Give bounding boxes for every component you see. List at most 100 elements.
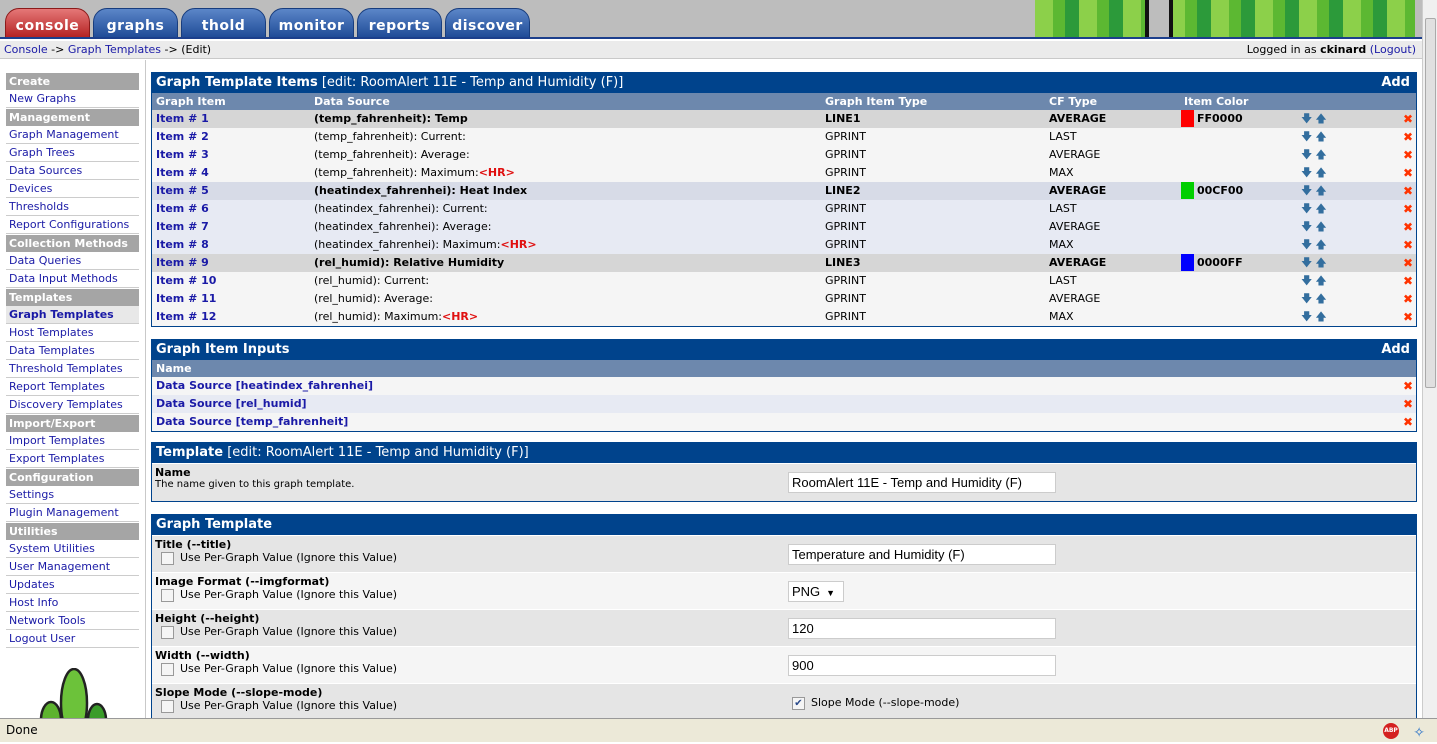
delete-icon[interactable]: ✖ (1403, 290, 1413, 308)
move-up-icon[interactable]: 🡅 (1315, 148, 1329, 161)
move-down-icon[interactable]: 🡇 (1301, 184, 1315, 197)
delete-icon[interactable]: ✖ (1403, 272, 1413, 290)
sidebar-item-data-sources[interactable]: Data Sources (6, 162, 139, 180)
item-link[interactable]: Item # 5 (156, 182, 209, 200)
field-input[interactable]: Temperature and Humidity (F) (788, 544, 1056, 565)
format-select[interactable]: PNG ▼ (788, 581, 844, 602)
per-graph-checkbox[interactable] (161, 588, 174, 602)
item-link[interactable]: Item # 6 (156, 200, 209, 218)
move-up-icon[interactable]: 🡅 (1315, 184, 1329, 197)
sidebar-item-settings[interactable]: Settings (6, 486, 139, 504)
sidebar-item-graph-management[interactable]: Graph Management (6, 126, 139, 144)
sidebar-item-export-templates[interactable]: Export Templates (6, 450, 139, 468)
sidebar-item-discovery-templates[interactable]: Discovery Templates (6, 396, 139, 414)
move-up-icon[interactable]: 🡅 (1315, 166, 1329, 179)
logout-link[interactable]: (Logout) (1370, 43, 1416, 56)
move-down-icon[interactable]: 🡇 (1301, 166, 1315, 179)
move-down-icon[interactable]: 🡇 (1301, 310, 1315, 323)
move-up-icon[interactable]: 🡅 (1315, 202, 1329, 215)
delete-icon[interactable]: ✖ (1403, 200, 1413, 218)
sidebar-item-devices[interactable]: Devices (6, 180, 139, 198)
sidebar-item-plugin-management[interactable]: Plugin Management (6, 504, 139, 522)
delete-icon[interactable]: ✖ (1403, 218, 1413, 236)
move-up-icon[interactable]: 🡅 (1315, 130, 1329, 143)
field-input[interactable]: 120 (788, 618, 1056, 639)
move-down-icon[interactable]: 🡇 (1301, 130, 1315, 143)
delete-icon[interactable]: ✖ (1403, 128, 1413, 146)
per-graph-checkbox[interactable] (161, 699, 174, 713)
data-source-input-link[interactable]: Data Source [temp_fahrenheit] (156, 413, 348, 431)
item-link[interactable]: Item # 10 (156, 272, 216, 290)
sidebar-item-report-configurations[interactable]: Report Configurations (6, 216, 139, 234)
item-link[interactable]: Item # 1 (156, 110, 209, 128)
data-source-input-link[interactable]: Data Source [heatindex_fahrenhei] (156, 377, 373, 395)
sidebar-item-report-templates[interactable]: Report Templates (6, 378, 139, 396)
delete-icon[interactable]: ✖ (1403, 182, 1413, 200)
sidebar-item-system-utilities[interactable]: System Utilities (6, 540, 139, 558)
tab-discover[interactable]: discover (445, 8, 530, 37)
tab-graphs[interactable]: graphs (93, 8, 178, 37)
item-link[interactable]: Item # 2 (156, 128, 209, 146)
item-link[interactable]: Item # 4 (156, 164, 209, 182)
sidebar-item-graph-templates[interactable]: Graph Templates (6, 306, 139, 324)
sidebar-item-logout-user[interactable]: Logout User (6, 630, 139, 648)
sidebar-item-import-templates[interactable]: Import Templates (6, 432, 139, 450)
move-down-icon[interactable]: 🡇 (1301, 256, 1315, 269)
sidebar-item-user-management[interactable]: User Management (6, 558, 139, 576)
sidebar-item-data-queries[interactable]: Data Queries (6, 252, 139, 270)
sidebar-item-data-templates[interactable]: Data Templates (6, 342, 139, 360)
sidebar-item-thresholds[interactable]: Thresholds (6, 198, 139, 216)
sidebar-item-data-input-methods[interactable]: Data Input Methods (6, 270, 139, 288)
delete-icon[interactable]: ✖ (1403, 308, 1413, 326)
move-up-icon[interactable]: 🡅 (1315, 310, 1329, 323)
delete-icon[interactable]: ✖ (1403, 146, 1413, 164)
tab-thold[interactable]: thold (181, 8, 266, 37)
sidebar-item-host-info[interactable]: Host Info (6, 594, 139, 612)
add-item-button[interactable]: Add (1381, 73, 1410, 93)
per-graph-checkbox[interactable] (161, 625, 174, 639)
sidebar-item-threshold-templates[interactable]: Threshold Templates (6, 360, 139, 378)
slope-mode-checkbox[interactable]: ✔ (792, 696, 805, 710)
adblock-icon[interactable]: ABP (1383, 723, 1399, 739)
delete-icon[interactable]: ✖ (1403, 413, 1413, 431)
delete-icon[interactable]: ✖ (1403, 110, 1413, 128)
move-up-icon[interactable]: 🡅 (1315, 112, 1329, 125)
delete-icon[interactable]: ✖ (1403, 236, 1413, 254)
slope-mode-option[interactable]: ✔ Slope Mode (--slope-mode) (788, 696, 959, 710)
sidebar-item-network-tools[interactable]: Network Tools (6, 612, 139, 630)
add-input-button[interactable]: Add (1381, 340, 1410, 360)
field-input[interactable]: 900 (788, 655, 1056, 676)
move-down-icon[interactable]: 🡇 (1301, 292, 1315, 305)
item-link[interactable]: Item # 12 (156, 308, 216, 326)
item-link[interactable]: Item # 3 (156, 146, 209, 164)
sidebar-item-updates[interactable]: Updates (6, 576, 139, 594)
move-down-icon[interactable]: 🡇 (1301, 238, 1315, 251)
move-up-icon[interactable]: 🡅 (1315, 274, 1329, 287)
data-source-input-link[interactable]: Data Source [rel_humid] (156, 395, 307, 413)
move-down-icon[interactable]: 🡇 (1301, 274, 1315, 287)
tab-monitor[interactable]: monitor (269, 8, 354, 37)
move-down-icon[interactable]: 🡇 (1301, 220, 1315, 233)
move-down-icon[interactable]: 🡇 (1301, 112, 1315, 125)
tab-reports[interactable]: reports (357, 8, 442, 37)
delete-icon[interactable]: ✖ (1403, 395, 1413, 413)
scrollbar-thumb[interactable] (1425, 18, 1436, 388)
delete-icon[interactable]: ✖ (1403, 254, 1413, 272)
per-graph-checkbox[interactable] (161, 551, 174, 565)
sidebar-item-new-graphs[interactable]: New Graphs (6, 90, 139, 108)
move-down-icon[interactable]: 🡇 (1301, 148, 1315, 161)
move-up-icon[interactable]: 🡅 (1315, 220, 1329, 233)
item-link[interactable]: Item # 11 (156, 290, 216, 308)
per-graph-checkbox[interactable] (161, 662, 174, 676)
delete-icon[interactable]: ✖ (1403, 164, 1413, 182)
sidebar-item-host-templates[interactable]: Host Templates (6, 324, 139, 342)
breadcrumb-console[interactable]: Console (4, 43, 48, 56)
tab-console[interactable]: console (5, 8, 90, 37)
breadcrumb-graph-templates[interactable]: Graph Templates (68, 43, 161, 56)
delete-icon[interactable]: ✖ (1403, 377, 1413, 395)
vertical-scrollbar[interactable] (1422, 0, 1437, 718)
move-up-icon[interactable]: 🡅 (1315, 292, 1329, 305)
sidebar-item-graph-trees[interactable]: Graph Trees (6, 144, 139, 162)
item-link[interactable]: Item # 7 (156, 218, 209, 236)
template-name-input[interactable]: RoomAlert 11E - Temp and Humidity (F) (788, 472, 1056, 493)
